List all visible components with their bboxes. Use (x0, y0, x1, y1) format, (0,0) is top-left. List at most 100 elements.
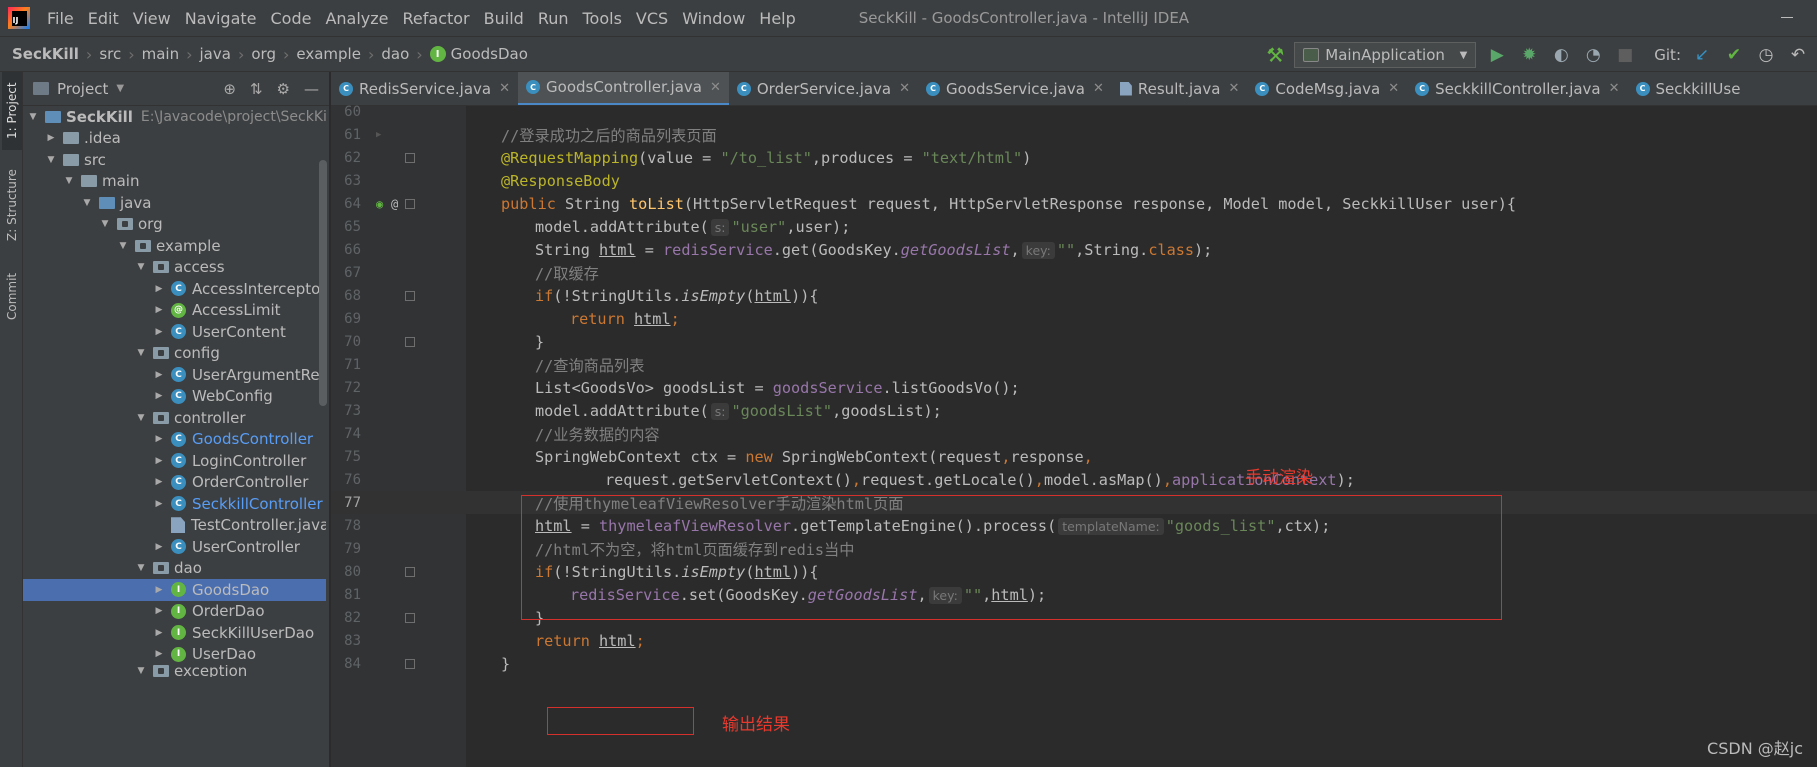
code-line[interactable]: 63 @ResponseBody (331, 169, 1817, 192)
breadcrumb-item[interactable]: main › (142, 45, 200, 64)
tree-item[interactable]: ▼ dao (23, 558, 326, 580)
breadcrumb-item[interactable]: org › (251, 45, 296, 64)
expand-arrow-icon[interactable]: ▼ (135, 666, 147, 676)
expand-arrow-icon[interactable]: ▼ (45, 155, 57, 165)
code-line[interactable]: 74//业务数据的内容 (331, 422, 1817, 445)
tree-item[interactable]: ▼ access (23, 257, 326, 279)
spring-bean-icon[interactable]: ◉ (376, 197, 390, 211)
coverage-icon[interactable]: ◐ (1550, 45, 1572, 65)
tree-item[interactable]: ▶ I OrderDao (23, 601, 326, 623)
tree-item[interactable]: ▶ C UserContent (23, 321, 326, 343)
collapsed-arrow-icon[interactable]: ▶ (153, 284, 165, 294)
menu-file[interactable]: File (40, 9, 81, 28)
collapsed-arrow-icon[interactable]: ▶ (153, 542, 165, 552)
collapsed-arrow-icon[interactable]: ▶ (153, 391, 165, 401)
tree-item[interactable]: ▶ C LoginController (23, 450, 326, 472)
profile-icon[interactable]: ◔ (1582, 45, 1604, 65)
code-line[interactable]: 69 return html; (331, 307, 1817, 330)
code-line[interactable]: 66 String html = redisService.get(GoodsKe… (331, 238, 1817, 261)
expand-arrow-icon[interactable]: ▼ (81, 198, 93, 208)
expand-arrow-icon[interactable]: ▼ (63, 176, 75, 186)
fold-marker-icon[interactable] (405, 290, 415, 301)
menu-help[interactable]: Help (752, 9, 802, 28)
breadcrumb-item[interactable]: dao › (381, 45, 429, 64)
tree-item[interactable]: ▶ C UserController (23, 536, 326, 558)
expand-arrow-icon[interactable]: ▼ (117, 241, 129, 251)
tree-item[interactable]: ▼ SeckKill E:\Javacode\project\SeckKill (23, 106, 326, 128)
tree-item[interactable]: ▼ main (23, 171, 326, 193)
collapsed-arrow-icon[interactable]: ▶ (153, 434, 165, 444)
tree-item[interactable]: ▶ I SeckKillUserDao (23, 622, 326, 644)
expand-arrow-icon[interactable]: ▼ (99, 219, 111, 229)
tree-item[interactable]: ▶ @ AccessLimit (23, 300, 326, 322)
menu-navigate[interactable]: Navigate (178, 9, 264, 28)
collapse-all-icon[interactable]: ⇅ (250, 80, 263, 98)
expand-arrow-icon[interactable]: ▼ (135, 563, 147, 573)
minimize-icon[interactable] (1781, 17, 1793, 18)
run-icon[interactable]: ▶ (1486, 45, 1508, 65)
code-editor[interactable]: 60 61 ▶//登录成功之后的商品列表页面 62 @RequestMapping(… (331, 104, 1817, 767)
tree-item[interactable]: ▼ src (23, 149, 326, 171)
code-line[interactable]: 73 model.addAttribute(s: "goodsList",goods… (331, 399, 1817, 422)
fold-marker-icon[interactable] (405, 198, 415, 209)
hide-minus-icon[interactable]: — (304, 80, 319, 98)
tree-item[interactable]: ▼ java (23, 192, 326, 214)
close-icon[interactable]: ✕ (710, 80, 721, 95)
close-icon[interactable]: ✕ (1228, 81, 1239, 96)
annotation-at-icon[interactable]: @ (391, 197, 405, 211)
expand-arrow-icon[interactable]: ▼ (135, 413, 147, 423)
fold-marker-icon[interactable] (405, 658, 415, 669)
run-configuration-select[interactable]: MainApplication ▼ (1294, 42, 1477, 68)
stop-icon[interactable]: ■ (1614, 45, 1636, 65)
tab-project-tool[interactable]: 1: Project (2, 72, 22, 150)
fold-marker-icon[interactable] (405, 612, 415, 623)
menu-view[interactable]: View (126, 9, 178, 28)
close-icon[interactable]: ✕ (499, 81, 510, 96)
breadcrumb-item[interactable]: example › (296, 45, 381, 64)
tree-item[interactable]: ▼ example (23, 235, 326, 257)
breadcrumb-item[interactable]: src › (99, 45, 141, 64)
close-icon[interactable]: ✕ (1609, 81, 1620, 96)
code-line[interactable]: 64 ◉ @ public String toList(HttpServletRequ… (331, 192, 1817, 215)
tree-item[interactable]: ▶ .idea (23, 128, 326, 150)
breadcrumb-item[interactable]: I GoodsDao (429, 45, 528, 63)
git-commit-icon[interactable]: ✔ (1723, 45, 1745, 65)
code-line[interactable]: 72 List<GoodsVo> goodsList = goodsService… (331, 376, 1817, 399)
breadcrumb-item[interactable]: SeckKill › (12, 45, 99, 64)
menu-refactor[interactable]: Refactor (396, 9, 477, 28)
close-icon[interactable]: ✕ (1388, 81, 1399, 96)
code-line[interactable]: 84} (331, 652, 1817, 675)
fold-marker-icon[interactable] (405, 566, 415, 577)
code-line[interactable]: 60 (331, 100, 1817, 123)
fold-marker-icon[interactable] (405, 336, 415, 347)
chevron-down-icon[interactable]: ▼ (116, 83, 124, 94)
menu-edit[interactable]: Edit (81, 9, 126, 28)
menu-tools[interactable]: Tools (576, 9, 629, 28)
collapsed-arrow-icon[interactable]: ▶ (153, 477, 165, 487)
tree-scrollbar[interactable] (319, 160, 327, 406)
code-line[interactable]: 67//取缓存 (331, 261, 1817, 284)
tab-commit-tool[interactable]: Commit (2, 262, 22, 330)
tree-item[interactable]: ▶ C SeckkillController (23, 493, 326, 515)
expand-arrow-icon[interactable]: ▼ (135, 262, 147, 272)
tree-item[interactable]: ▶ C OrderController (23, 472, 326, 494)
menu-window[interactable]: Window (675, 9, 752, 28)
menu-vcs[interactable]: VCS (629, 9, 675, 28)
collapsed-arrow-icon[interactable]: ▶ (153, 327, 165, 337)
code-line[interactable]: 70} (331, 330, 1817, 353)
menu-build[interactable]: Build (477, 9, 531, 28)
close-icon[interactable]: ✕ (899, 81, 910, 96)
code-line[interactable]: 76 request.getServletContext(),request.ge… (331, 468, 1817, 491)
menu-analyze[interactable]: Analyze (318, 9, 395, 28)
collapsed-arrow-icon[interactable]: ▶ (153, 370, 165, 380)
code-line[interactable]: 62 @RequestMapping(value = "/to_list",pro… (331, 146, 1817, 169)
git-rollback-icon[interactable]: ↶ (1787, 45, 1809, 65)
collapsed-arrow-icon[interactable]: ▶ (153, 456, 165, 466)
collapsed-arrow-icon[interactable]: ▶ (153, 649, 165, 659)
menu-code[interactable]: Code (264, 9, 319, 28)
collapsed-arrow-icon[interactable]: ▶ (45, 133, 57, 143)
collapsed-arrow-icon[interactable]: ▶ (153, 606, 165, 616)
tree-item[interactable]: ▶ I UserDao (23, 644, 326, 666)
tree-item[interactable]: ▶ C WebConfig (23, 386, 326, 408)
fold-marker-icon[interactable] (405, 152, 415, 163)
